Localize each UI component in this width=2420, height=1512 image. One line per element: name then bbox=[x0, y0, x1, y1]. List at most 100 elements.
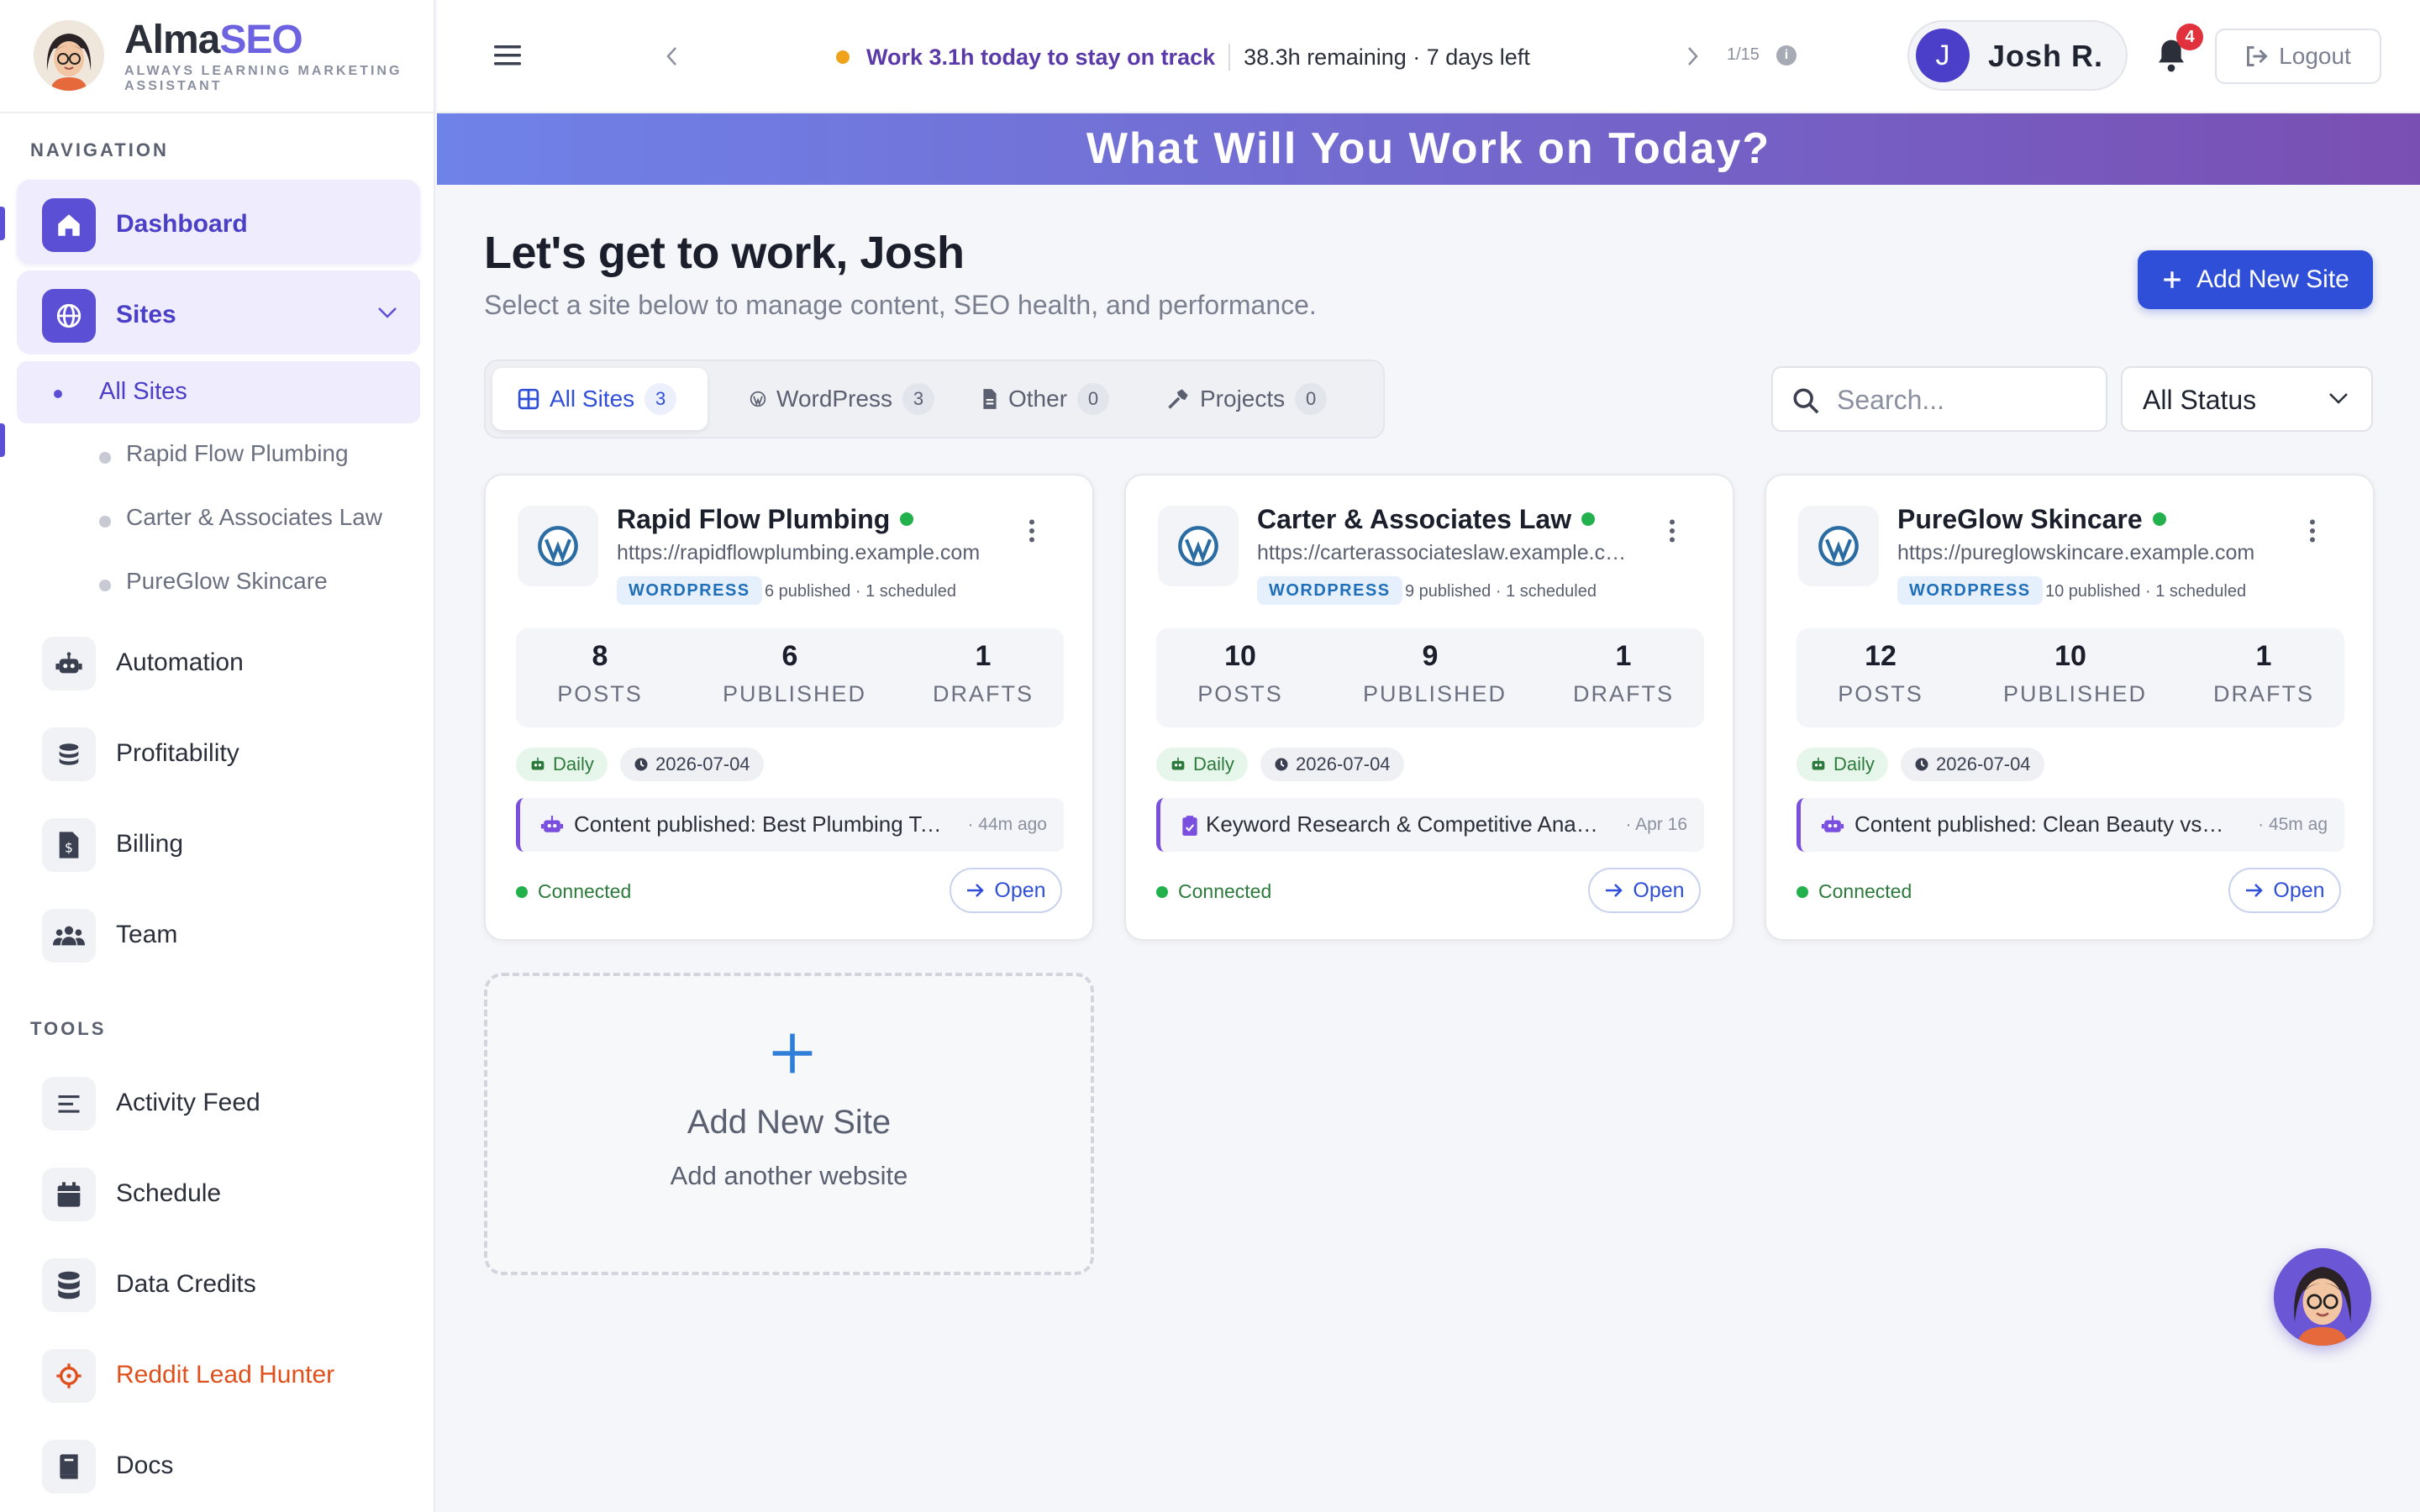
latest-activity[interactable]: Content published: Best Plumbing Tools f… bbox=[516, 798, 1064, 852]
status-dot bbox=[1156, 885, 1168, 898]
site-card-carter[interactable]: Carter & Associates Law https://carteras… bbox=[1124, 474, 1734, 941]
date-badge: 2026-07-04 bbox=[620, 748, 764, 781]
remaining-text: 38.3h remaining · 7 days left bbox=[1244, 44, 1530, 70]
activity-time: · Apr 16 bbox=[1625, 815, 1687, 834]
stat-published: 6 PUBLISHED bbox=[723, 640, 867, 706]
tab-label: All Sites bbox=[550, 386, 635, 412]
arrow-right-icon bbox=[2246, 884, 2264, 897]
open-site-button[interactable]: Open bbox=[2228, 868, 2341, 913]
site-url[interactable]: https://rapidflowplumbing.example.com bbox=[617, 541, 986, 565]
info-icon[interactable]: i bbox=[1776, 45, 1797, 66]
platform-badge: WORDPRESS bbox=[1897, 576, 2043, 605]
invoice-icon: $ bbox=[42, 818, 96, 872]
frequency-badge: Daily bbox=[1797, 748, 1888, 781]
site-card-pureglow[interactable]: PureGlow Skincare https://pureglowskinca… bbox=[1765, 474, 2375, 941]
more-options-icon[interactable] bbox=[1664, 516, 1681, 546]
tab-all-sites[interactable]: All Sites 3 bbox=[492, 368, 708, 430]
sidebar-subitem-label: Rapid Flow Plumbing bbox=[126, 440, 349, 466]
coins-icon bbox=[42, 727, 96, 781]
site-stats: 8 POSTS 6 PUBLISHED 1 DRAFTS bbox=[516, 628, 1064, 727]
latest-activity[interactable]: Keyword Research & Competitive Analysis … bbox=[1156, 798, 1704, 852]
hammer-icon bbox=[1168, 389, 1188, 409]
plus-icon bbox=[2164, 271, 2181, 288]
plus-icon bbox=[772, 1033, 813, 1074]
sub-indicator bbox=[0, 423, 5, 457]
site-stats: 12 POSTS 10 PUBLISHED 1 DRAFTS bbox=[1797, 628, 2344, 727]
sidebar-subitem-all-sites[interactable]: All Sites bbox=[17, 361, 420, 423]
svg-text:$: $ bbox=[65, 841, 73, 856]
date-badge: 2026-07-04 bbox=[1901, 748, 2044, 781]
chevron-left-icon[interactable] bbox=[664, 45, 681, 67]
sidebar-item-sites[interactable]: Sites bbox=[17, 270, 420, 354]
tab-label: Projects bbox=[1200, 386, 1286, 412]
add-new-site-card[interactable]: Add New Site Add another website bbox=[484, 973, 1094, 1275]
platform-badge: WORDPRESS bbox=[1257, 576, 1402, 605]
open-site-button[interactable]: Open bbox=[950, 868, 1062, 913]
sidebar-item-schedule[interactable]: Schedule bbox=[17, 1149, 420, 1233]
tab-label: Other bbox=[1008, 386, 1068, 412]
logout-button[interactable]: Logout bbox=[2215, 29, 2381, 84]
bullet-dot bbox=[99, 516, 111, 528]
sidebar-item-activity-feed[interactable]: Activity Feed bbox=[17, 1058, 420, 1142]
more-options-icon[interactable] bbox=[1023, 516, 1040, 546]
crosshair-icon bbox=[42, 1349, 96, 1403]
logout-label: Logout bbox=[2279, 43, 2351, 69]
platform-badge: WORDPRESS bbox=[617, 576, 762, 605]
arrow-right-icon bbox=[967, 884, 985, 897]
stat-posts: 10 POSTS bbox=[1197, 640, 1283, 706]
open-site-button[interactable]: Open bbox=[1588, 868, 1701, 913]
list-icon bbox=[42, 1077, 96, 1131]
latest-activity[interactable]: Content published: Clean Beauty vs. Conv… bbox=[1797, 798, 2344, 852]
wordpress-icon bbox=[1798, 506, 1879, 586]
sidebar: AlmaSEO ALWAYS LEARNING MARKETING ASSIST… bbox=[0, 0, 435, 1512]
activity-text: Content published: Best Plumbing Tools f… bbox=[574, 811, 944, 837]
date-badge: 2026-07-04 bbox=[1260, 748, 1404, 781]
tab-other[interactable]: Other 0 bbox=[956, 368, 1124, 430]
sidebar-item-profitability[interactable]: Profitability bbox=[17, 709, 420, 793]
stat-drafts: 1 DRAFTS bbox=[2213, 640, 2314, 706]
clock-icon bbox=[1275, 758, 1288, 771]
wordpress-icon bbox=[1158, 506, 1239, 586]
sidebar-item-label: Dashboard bbox=[116, 210, 248, 238]
assistant-chat-button[interactable] bbox=[2274, 1248, 2371, 1346]
chevron-right-icon[interactable] bbox=[1684, 45, 1701, 67]
brand-tagline: ALWAYS LEARNING MARKETING ASSISTANT bbox=[124, 64, 402, 93]
sidebar-subitem-label: PureGlow Skincare bbox=[126, 568, 328, 594]
chevron-down-icon[interactable] bbox=[376, 306, 398, 319]
home-icon bbox=[42, 198, 96, 252]
bullet-dot bbox=[99, 580, 111, 591]
status-filter-value: All Status bbox=[2143, 385, 2257, 415]
publish-info: 6 published · 1 scheduled bbox=[765, 582, 956, 601]
page-title: Let's get to work, Josh bbox=[484, 228, 965, 278]
tab-projects[interactable]: Projects 0 bbox=[1141, 368, 1343, 430]
brand-logo[interactable]: AlmaSEO ALWAYS LEARNING MARKETING ASSIST… bbox=[0, 0, 434, 113]
sidebar-item-automation[interactable]: Automation bbox=[17, 618, 420, 702]
user-menu[interactable]: J Josh R. bbox=[1907, 20, 2128, 91]
activity-text: Keyword Research & Competitive Analysis bbox=[1206, 811, 1601, 837]
more-options-icon[interactable] bbox=[2304, 516, 2321, 546]
sidebar-subitem-label: All Sites bbox=[99, 378, 187, 405]
logout-icon bbox=[2247, 46, 2268, 66]
robot-icon bbox=[540, 816, 564, 832]
sidebar-item-reddit-lead-hunter[interactable]: Reddit Lead Hunter bbox=[17, 1331, 420, 1415]
status-filter-select[interactable]: All Status bbox=[2121, 366, 2373, 432]
database-icon bbox=[42, 1258, 96, 1312]
activity-text: Content published: Clean Beauty vs. Conv… bbox=[1854, 811, 2224, 837]
sidebar-item-docs[interactable]: Docs bbox=[17, 1421, 420, 1505]
sidebar-item-data-credits[interactable]: Data Credits bbox=[17, 1240, 420, 1324]
tab-count: 3 bbox=[902, 383, 934, 415]
sidebar-item-billing[interactable]: $ Billing bbox=[17, 800, 420, 884]
welcome-banner: What Will You Work on Today? bbox=[437, 113, 2420, 185]
tab-wordpress[interactable]: WordPress 3 bbox=[724, 368, 934, 430]
sidebar-item-dashboard[interactable]: Dashboard bbox=[17, 180, 420, 264]
site-card-rapid-flow[interactable]: Rapid Flow Plumbing https://rapidflowplu… bbox=[484, 474, 1094, 941]
sidebar-item-team[interactable]: Team bbox=[17, 890, 420, 974]
connection-status: Connected bbox=[1797, 880, 1912, 903]
site-name: Rapid Flow Plumbing bbox=[617, 504, 914, 535]
search-input[interactable]: Search... bbox=[1771, 366, 2107, 432]
publish-info: 9 published · 1 scheduled bbox=[1405, 582, 1597, 601]
hamburger-menu-icon[interactable] bbox=[492, 40, 523, 71]
site-url[interactable]: https://pureglowskincare.example.com bbox=[1897, 541, 2267, 565]
site-url[interactable]: https://carterassociateslaw.example.com bbox=[1257, 541, 1627, 565]
add-new-site-button[interactable]: Add New Site bbox=[2138, 250, 2373, 309]
